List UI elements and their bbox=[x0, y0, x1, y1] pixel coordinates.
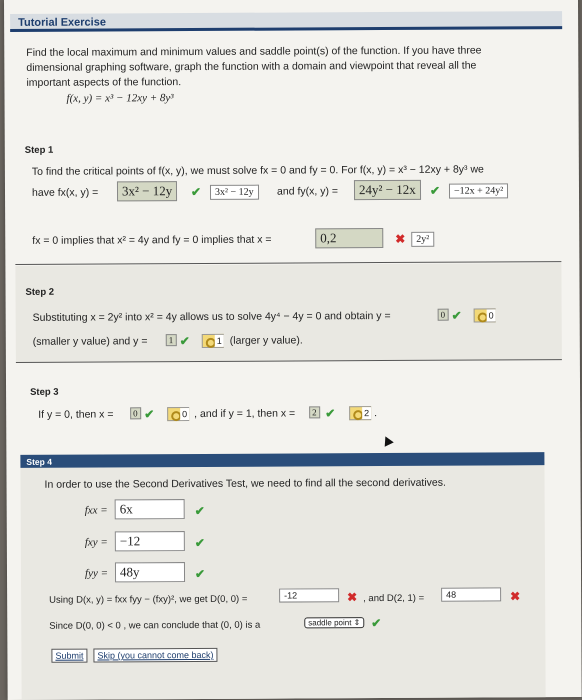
check-icon: ✔ bbox=[194, 503, 205, 519]
step4-intro: In order to use the Second Derivatives T… bbox=[44, 476, 446, 491]
skip-button[interactable]: Skip (you cannot come back) bbox=[93, 647, 218, 663]
x-answer-key: 2y² bbox=[411, 231, 435, 247]
step2-title: Step 2 bbox=[25, 286, 55, 298]
step2-line1: Substituting x = 2y² into x² = 4y allows… bbox=[32, 309, 391, 324]
page-title: Tutorial Exercise bbox=[10, 11, 563, 32]
answer-key-icon[interactable]: 2 bbox=[349, 406, 372, 421]
step3-line-b: , and if y = 1, then x = bbox=[194, 407, 296, 421]
mouse-cursor-icon bbox=[380, 434, 394, 447]
submit-button[interactable]: Submit bbox=[51, 648, 88, 663]
d-using-label: Using D(x, y) = fxx fyy − (fxy)², we get… bbox=[49, 593, 248, 606]
cross-icon: ✖ bbox=[395, 231, 406, 246]
y1-answer-input[interactable]: 0 bbox=[437, 308, 449, 321]
fx-answer-key: 3x² − 12y bbox=[209, 184, 259, 200]
d00-answer-input[interactable]: -12 bbox=[279, 588, 340, 603]
problem-statement: Find the local maximum and minimum value… bbox=[26, 44, 482, 89]
check-icon: ✔ bbox=[179, 334, 190, 349]
period: . bbox=[374, 407, 378, 420]
cross-icon: ✖ bbox=[510, 589, 521, 604]
fy-answer-key: −12x + 24y² bbox=[448, 183, 509, 199]
tutorial-sheet: Tutorial Exercise Find the local maximum… bbox=[4, 0, 582, 700]
check-icon: ✔ bbox=[429, 183, 441, 198]
fy-answer-input[interactable]: 24y² − 12x bbox=[353, 179, 421, 201]
classification-select[interactable]: saddle point ⇕ bbox=[304, 617, 365, 629]
fxx-answer-input[interactable]: 6x bbox=[114, 499, 185, 520]
fxy-label: fxy = bbox=[84, 536, 108, 549]
x-answer-input[interactable]: 0,2 bbox=[315, 228, 384, 249]
problem-function: f(x, y) = x³ − 12xy + 8y³ bbox=[66, 92, 174, 105]
check-icon: ✔ bbox=[371, 616, 382, 631]
step2-line2b: (larger y value). bbox=[229, 334, 303, 347]
check-icon: ✔ bbox=[190, 184, 202, 200]
check-icon: ✔ bbox=[194, 566, 206, 582]
d21-answer-input[interactable]: 48 bbox=[441, 587, 502, 602]
y2-answer-input[interactable]: 1 bbox=[165, 334, 177, 347]
answer-key-icon[interactable]: 1 bbox=[201, 333, 224, 348]
cross-icon: ✖ bbox=[347, 590, 358, 605]
step2-line2: (smaller y value) and y = bbox=[32, 335, 148, 348]
step3-line-a: If y = 0, then x = bbox=[38, 408, 114, 421]
answer-key-icon[interactable]: 0 bbox=[473, 308, 496, 323]
fyy-label: fyy = bbox=[84, 567, 109, 580]
step1-line3: fx = 0 implies that x² = 4y and fy = 0 i… bbox=[32, 233, 272, 247]
step4-title: Step 4 bbox=[20, 452, 545, 468]
fyy-answer-input[interactable]: 48y bbox=[114, 562, 186, 583]
x2-answer-input[interactable]: 2 bbox=[309, 406, 320, 419]
step1-line1: To find the critical points of f(x, y), … bbox=[31, 163, 484, 178]
x1-answer-input[interactable]: 0 bbox=[130, 407, 141, 420]
check-icon: ✔ bbox=[451, 308, 462, 323]
step1-have-label: have fx(x, y) = bbox=[31, 186, 99, 199]
check-icon: ✔ bbox=[325, 406, 336, 421]
fxx-label: fxx = bbox=[84, 504, 108, 517]
step1-and-label: and fy(x, y) = bbox=[276, 185, 339, 198]
fx-answer-input[interactable]: 3x² − 12y bbox=[116, 181, 178, 202]
since-label: Since D(0, 0) < 0 , we can conclude that… bbox=[49, 619, 261, 632]
check-icon: ✔ bbox=[194, 535, 205, 551]
check-icon: ✔ bbox=[144, 407, 155, 422]
step3-title: Step 3 bbox=[30, 386, 59, 398]
d21-label: , and D(2, 1) = bbox=[363, 592, 425, 605]
step1-title: Step 1 bbox=[24, 144, 54, 156]
answer-key-icon[interactable]: 0 bbox=[167, 407, 190, 422]
fxy-answer-input[interactable]: −12 bbox=[114, 531, 185, 552]
